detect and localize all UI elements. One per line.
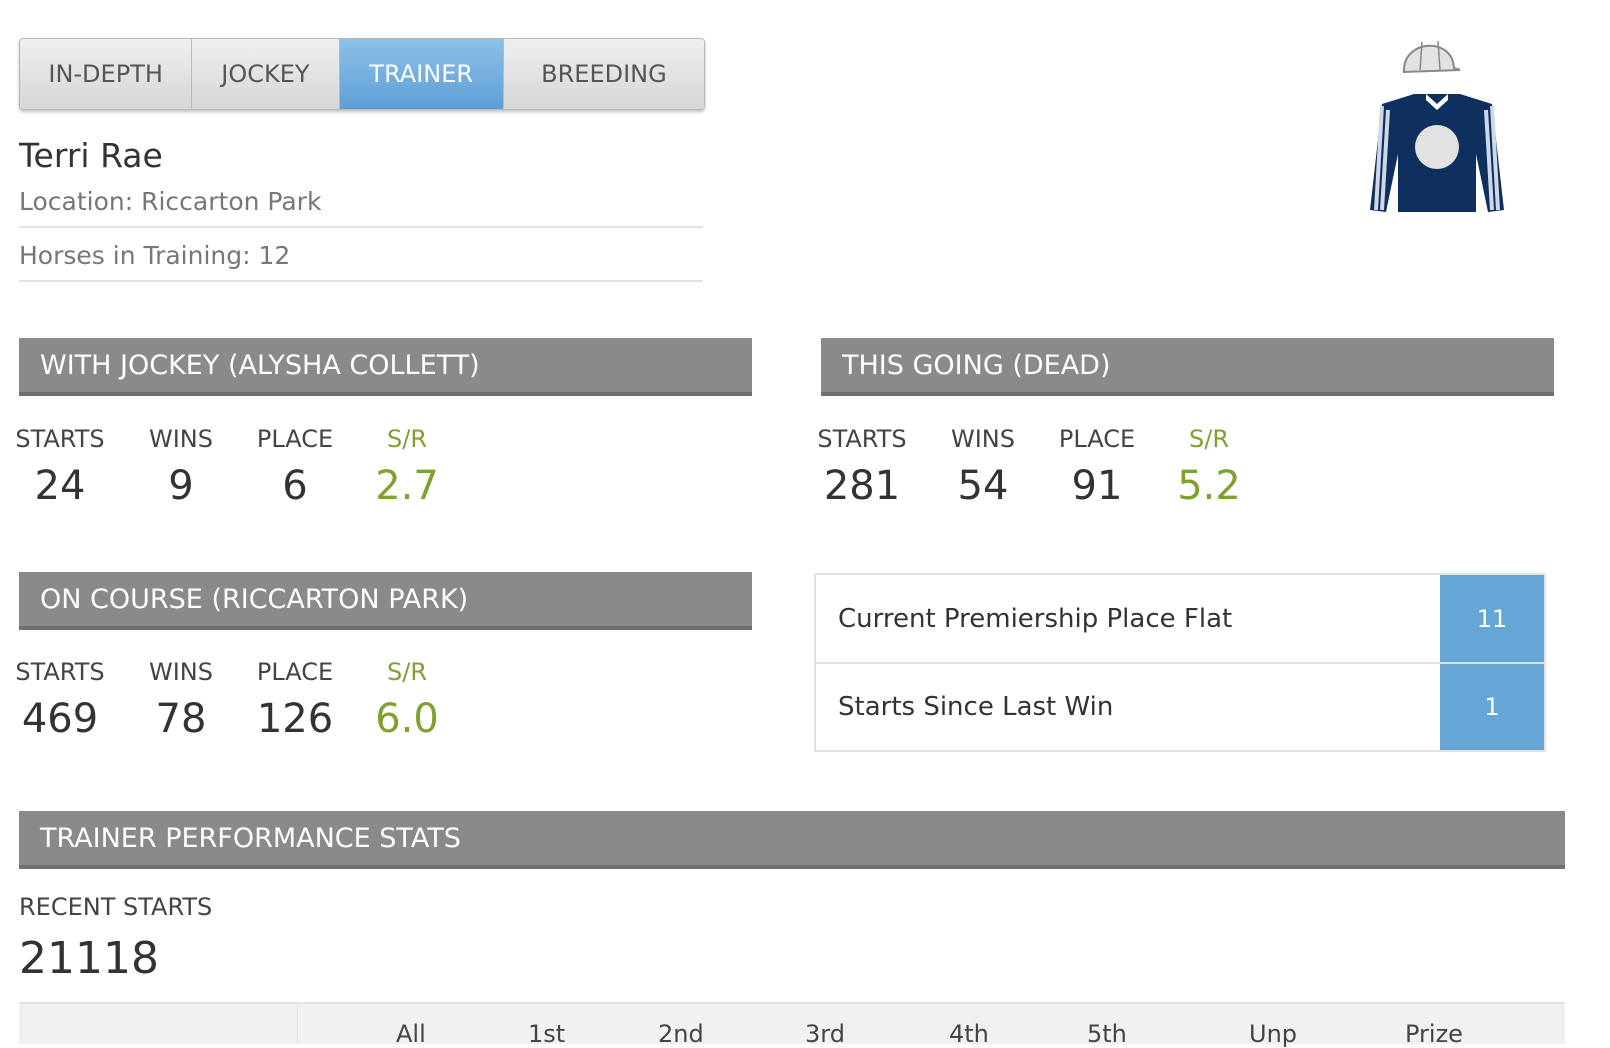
column-1st: 1st (528, 1020, 566, 1048)
stat-label: STARTS (15, 425, 105, 453)
column-prize: Prize (1405, 1020, 1463, 1048)
stat-label: STARTS (15, 658, 105, 686)
stat-label: PLACE (1058, 425, 1136, 453)
stat-value: 24 (34, 463, 86, 509)
stat-value: 281 (823, 463, 901, 509)
stat-label: PLACE (256, 425, 334, 453)
with-jockey-starts: STARTS 24 (0, 425, 120, 509)
starts-since-win-label: Starts Since Last Win (838, 692, 1114, 722)
column-5th: 5th (1087, 1020, 1127, 1048)
column-all: All (396, 1020, 426, 1048)
tab-in-depth[interactable]: IN-DEPTH (20, 39, 193, 109)
this-going-wins: WINS 54 (923, 425, 1043, 509)
column-3rd: 3rd (805, 1020, 845, 1048)
tab-trainer[interactable]: TRAINER (339, 39, 504, 109)
recent-starts-label: RECENT STARTS (19, 893, 213, 921)
table-row: Starts Since Last Win 1 (816, 664, 1544, 750)
tab-jockey[interactable]: JOCKEY (192, 39, 340, 109)
on-course-sr: S/R 6.0 (347, 658, 467, 742)
stat-value: 126 (256, 696, 334, 742)
this-going-header: THIS GOING (DEAD) (821, 338, 1554, 396)
with-jockey-header: WITH JOCKEY (ALYSHA COLLETT) (19, 338, 752, 396)
stat-value: 6.0 (375, 696, 439, 742)
stat-label: WINS (149, 658, 213, 686)
stat-value: 6 (282, 463, 308, 509)
table-row: Current Premiership Place Flat 11 (816, 575, 1544, 664)
this-going-starts: STARTS 281 (802, 425, 922, 509)
stat-label: STARTS (817, 425, 907, 453)
with-jockey-sr: S/R 2.7 (347, 425, 467, 509)
stat-value: 469 (21, 696, 99, 742)
stat-value: 78 (155, 696, 207, 742)
stat-value: 9 (168, 463, 194, 509)
stat-label: PLACE (256, 658, 334, 686)
premiership-place-label: Current Premiership Place Flat (838, 603, 1233, 634)
with-jockey-wins: WINS 9 (121, 425, 241, 509)
tab-bar: IN-DEPTH JOCKEY TRAINER BREEDING (19, 38, 705, 110)
stat-label: S/R (1189, 425, 1229, 453)
premiership-place-value: 11 (1440, 575, 1544, 662)
trainer-name: Terri Rae (19, 136, 163, 175)
on-course-starts: STARTS 469 (0, 658, 120, 742)
horses-in-training: Horses in Training: 12 (19, 241, 703, 282)
stat-value: 54 (957, 463, 1009, 509)
stat-label: S/R (387, 658, 427, 686)
column-2nd: 2nd (658, 1020, 704, 1048)
premiership-info-table: Current Premiership Place Flat 11 Starts… (814, 573, 1546, 752)
stat-value: 2.7 (375, 463, 439, 509)
table-header-spacer (19, 1004, 298, 1044)
trainer-performance-header: TRAINER PERFORMANCE STATS (19, 811, 1565, 869)
tab-breeding[interactable]: BREEDING (503, 39, 704, 109)
this-going-place: PLACE 91 (1037, 425, 1157, 509)
on-course-header: ON COURSE (RICCARTON PARK) (19, 572, 752, 630)
starts-since-win-value: 1 (1440, 664, 1544, 750)
column-4th: 4th (949, 1020, 989, 1048)
stat-label: WINS (951, 425, 1015, 453)
jockey-silks-icon (1370, 40, 1504, 212)
stat-label: WINS (149, 425, 213, 453)
stat-label: S/R (387, 425, 427, 453)
recent-starts-value: 21118 (19, 933, 159, 984)
on-course-wins: WINS 78 (121, 658, 241, 742)
column-unp: Unp (1249, 1020, 1298, 1048)
stat-value: 5.2 (1177, 463, 1241, 509)
with-jockey-place: PLACE 6 (235, 425, 355, 509)
this-going-sr: S/R 5.2 (1149, 425, 1269, 509)
performance-table-header: All 1st 2nd 3rd 4th 5th Unp Prize (19, 1002, 1565, 1048)
trainer-location: Location: Riccarton Park (19, 187, 703, 228)
on-course-place: PLACE 126 (235, 658, 355, 742)
stat-value: 91 (1071, 463, 1123, 509)
